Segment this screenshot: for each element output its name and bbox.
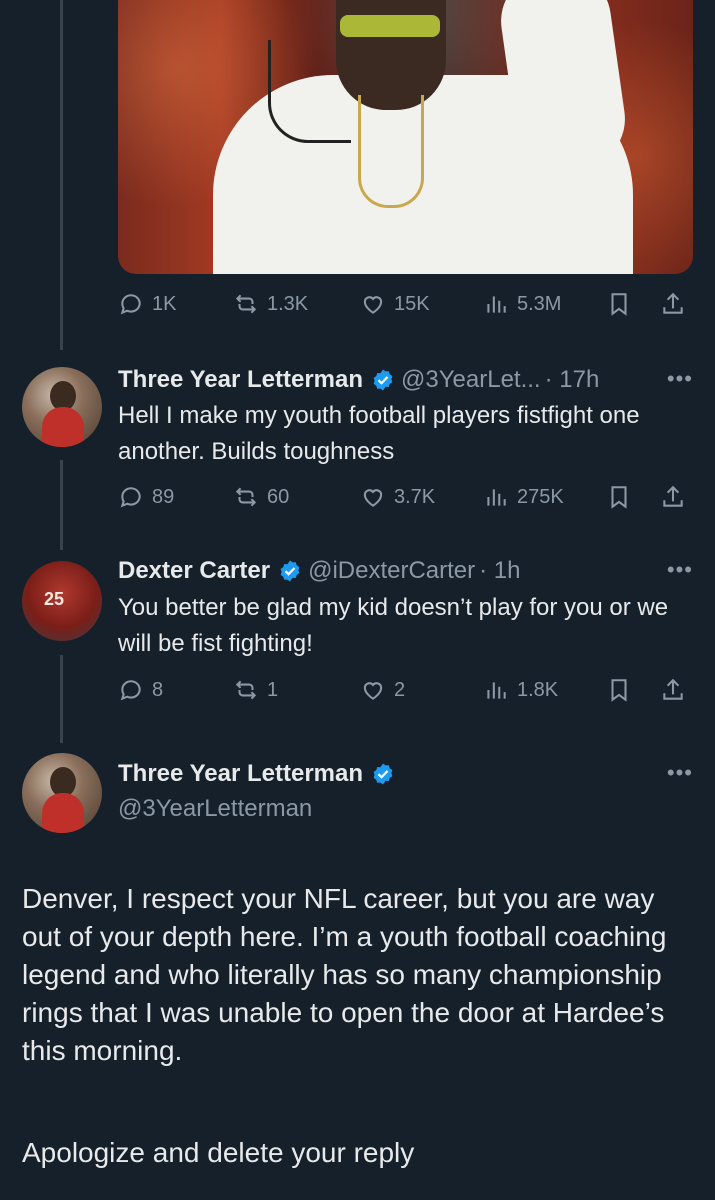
verified-badge-icon [280,560,300,582]
share-icon[interactable] [660,484,686,510]
like-button[interactable]: 2 [360,677,405,703]
views-button[interactable]: 1.8K [483,677,558,703]
timestamp[interactable]: · 1h [479,557,520,585]
handle[interactable]: @3YearLetterman [118,795,312,823]
like-count: 3.7K [394,485,436,508]
more-options-icon[interactable]: ••• [667,366,693,392]
reply-actions: 8 1 2 1.8K [118,673,693,707]
reply-button[interactable]: 89 [118,484,174,510]
reply-text: Hell I make my youth football players fi… [118,402,640,465]
view-count: 5.3M [517,292,562,315]
thread-line [60,460,63,550]
reply-count: 8 [152,678,164,701]
reply-header: Three Year Letterman @3YearLet... · 17h … [118,366,693,394]
display-name[interactable]: Three Year Letterman [118,366,363,394]
share-icon[interactable] [660,677,686,703]
image-chain [358,95,424,208]
analytics-icon [487,682,506,699]
main-tweet-text: Denver, I respect your NFL career, but y… [22,883,667,1066]
reply-button[interactable]: 1K [118,291,176,317]
main-tweet-handle-row: @3YearLetterman [118,795,693,823]
reply-icon [120,294,141,315]
repost-count: 1 [267,678,279,701]
avatar[interactable] [22,561,102,641]
image-headset-cord [268,40,351,143]
repost-icon [235,294,257,314]
reply-text: You better be glad my kid doesn’t play f… [118,594,669,657]
reply-actions: 89 60 3.7K 275K [118,480,693,514]
analytics-icon [487,489,506,506]
main-tweet-header: Three Year Letterman ••• [118,760,693,788]
view-count: 275K [517,485,564,508]
verified-badge-icon [373,763,393,785]
repost-count: 1.3K [267,292,309,315]
image-sunglasses [340,15,440,37]
repost-button[interactable]: 1 [233,677,278,703]
like-count: 15K [394,292,430,315]
bookmark-icon[interactable] [606,677,632,703]
reply-count: 89 [152,485,175,508]
heart-icon [363,489,383,507]
analytics-icon [487,296,506,313]
reply-icon [120,680,141,701]
thread-line [60,0,63,350]
display-name[interactable]: Three Year Letterman [118,760,363,788]
bookmark-icon[interactable] [606,291,632,317]
like-button[interactable]: 3.7K [360,484,435,510]
reply-icon [120,487,141,508]
repost-count: 60 [267,485,290,508]
reply-button[interactable]: 8 [118,677,163,703]
bookmark-icon[interactable] [606,484,632,510]
verified-badge-icon [373,369,393,391]
avatar[interactable] [22,367,102,447]
reply-count: 1K [152,292,177,315]
heart-icon [363,682,383,700]
reply-header: Dexter Carter @iDexterCarter · 1h ••• [118,557,693,585]
tweet-actions: 1K 1.3K 15K 5.3M [118,287,693,321]
view-count: 1.8K [517,678,559,701]
handle[interactable]: @iDexterCarter [308,557,475,585]
repost-icon [235,680,257,700]
share-icon[interactable] [660,291,686,317]
display-name[interactable]: Dexter Carter [118,557,270,585]
more-options-icon[interactable]: ••• [667,557,693,583]
more-options-icon[interactable]: ••• [667,760,693,786]
like-button[interactable]: 15K [360,291,430,317]
handle[interactable]: @3YearLet... [401,366,541,394]
timestamp[interactable]: · 17h [545,366,600,394]
tweet-image[interactable] [118,0,693,274]
repost-icon [235,487,257,507]
thread-line [60,655,63,743]
main-tweet-text-closing: Apologize and delete your reply [22,1137,415,1168]
views-button[interactable]: 275K [483,484,564,510]
views-button[interactable]: 5.3M [483,291,561,317]
like-count: 2 [394,678,406,701]
avatar[interactable] [22,753,102,833]
heart-icon [363,296,383,314]
repost-button[interactable]: 1.3K [233,291,308,317]
repost-button[interactable]: 60 [233,484,289,510]
